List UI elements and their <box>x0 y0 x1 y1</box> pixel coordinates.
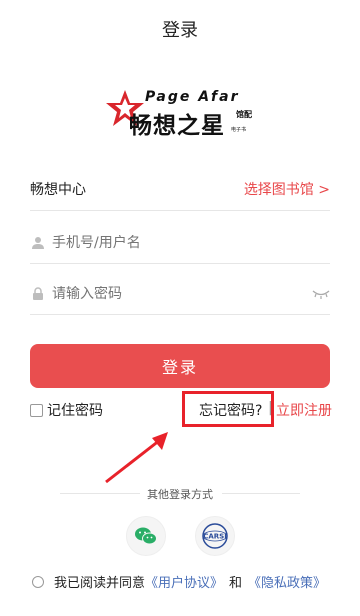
user-agreement-link[interactable]: 《用户协议》 <box>145 572 223 591</box>
library-name: 畅想中心 <box>30 182 86 198</box>
select-library-link[interactable]: 选择图书馆 > <box>244 179 330 199</box>
carsi-login-button[interactable]: CARSI <box>195 516 235 556</box>
library-row: 畅想中心 选择图书馆 > <box>30 177 330 201</box>
agreement-prefix: 我已阅读并同意 <box>54 576 146 591</box>
remember-password[interactable]: 记住密码 <box>30 400 103 420</box>
user-icon <box>30 235 46 251</box>
annotation-arrow-icon <box>105 432 168 484</box>
separator: | <box>268 400 273 416</box>
divider <box>30 263 330 264</box>
carsi-text: CARSI <box>203 533 227 541</box>
password-field[interactable] <box>30 280 330 308</box>
forgot-password-link[interactable]: 忘记密码? <box>199 400 262 420</box>
wechat-icon <box>135 527 157 545</box>
agreement-radio[interactable] <box>32 575 44 588</box>
divider <box>222 493 300 494</box>
password-input[interactable] <box>52 286 312 302</box>
register-link[interactable]: 立即注册 <box>276 400 332 420</box>
page-title: 登录 <box>162 20 198 41</box>
logo-sub-text: 馆配 <box>236 110 252 119</box>
logo-english-text: Page Afar <box>145 89 240 105</box>
logo-sub-text-small: 电子书 <box>231 127 247 133</box>
lock-icon <box>30 286 46 302</box>
other-login-title: 其他登录方式 <box>147 488 213 501</box>
logo-chinese-text: 畅想之星 <box>129 113 225 139</box>
carsi-icon: CARSI <box>202 523 228 549</box>
divider <box>30 210 330 211</box>
app-logo: Page Afar 畅想之星 馆配 电子书 <box>105 86 255 139</box>
eye-closed-icon[interactable] <box>312 288 330 300</box>
agreement-and: 和 <box>229 576 243 591</box>
wechat-login-button[interactable] <box>126 516 166 556</box>
username-field[interactable] <box>30 229 330 257</box>
remember-label: 记住密码 <box>47 403 103 419</box>
privacy-policy-link[interactable]: 《隐私政策》 <box>248 572 326 591</box>
username-input[interactable] <box>52 235 330 251</box>
remember-checkbox[interactable] <box>30 403 43 417</box>
divider <box>30 314 330 315</box>
agreement-row: 我已阅读并同意 《用户协议》 和 《隐私政策》 <box>32 572 326 591</box>
login-button[interactable]: 登录 <box>30 344 330 388</box>
